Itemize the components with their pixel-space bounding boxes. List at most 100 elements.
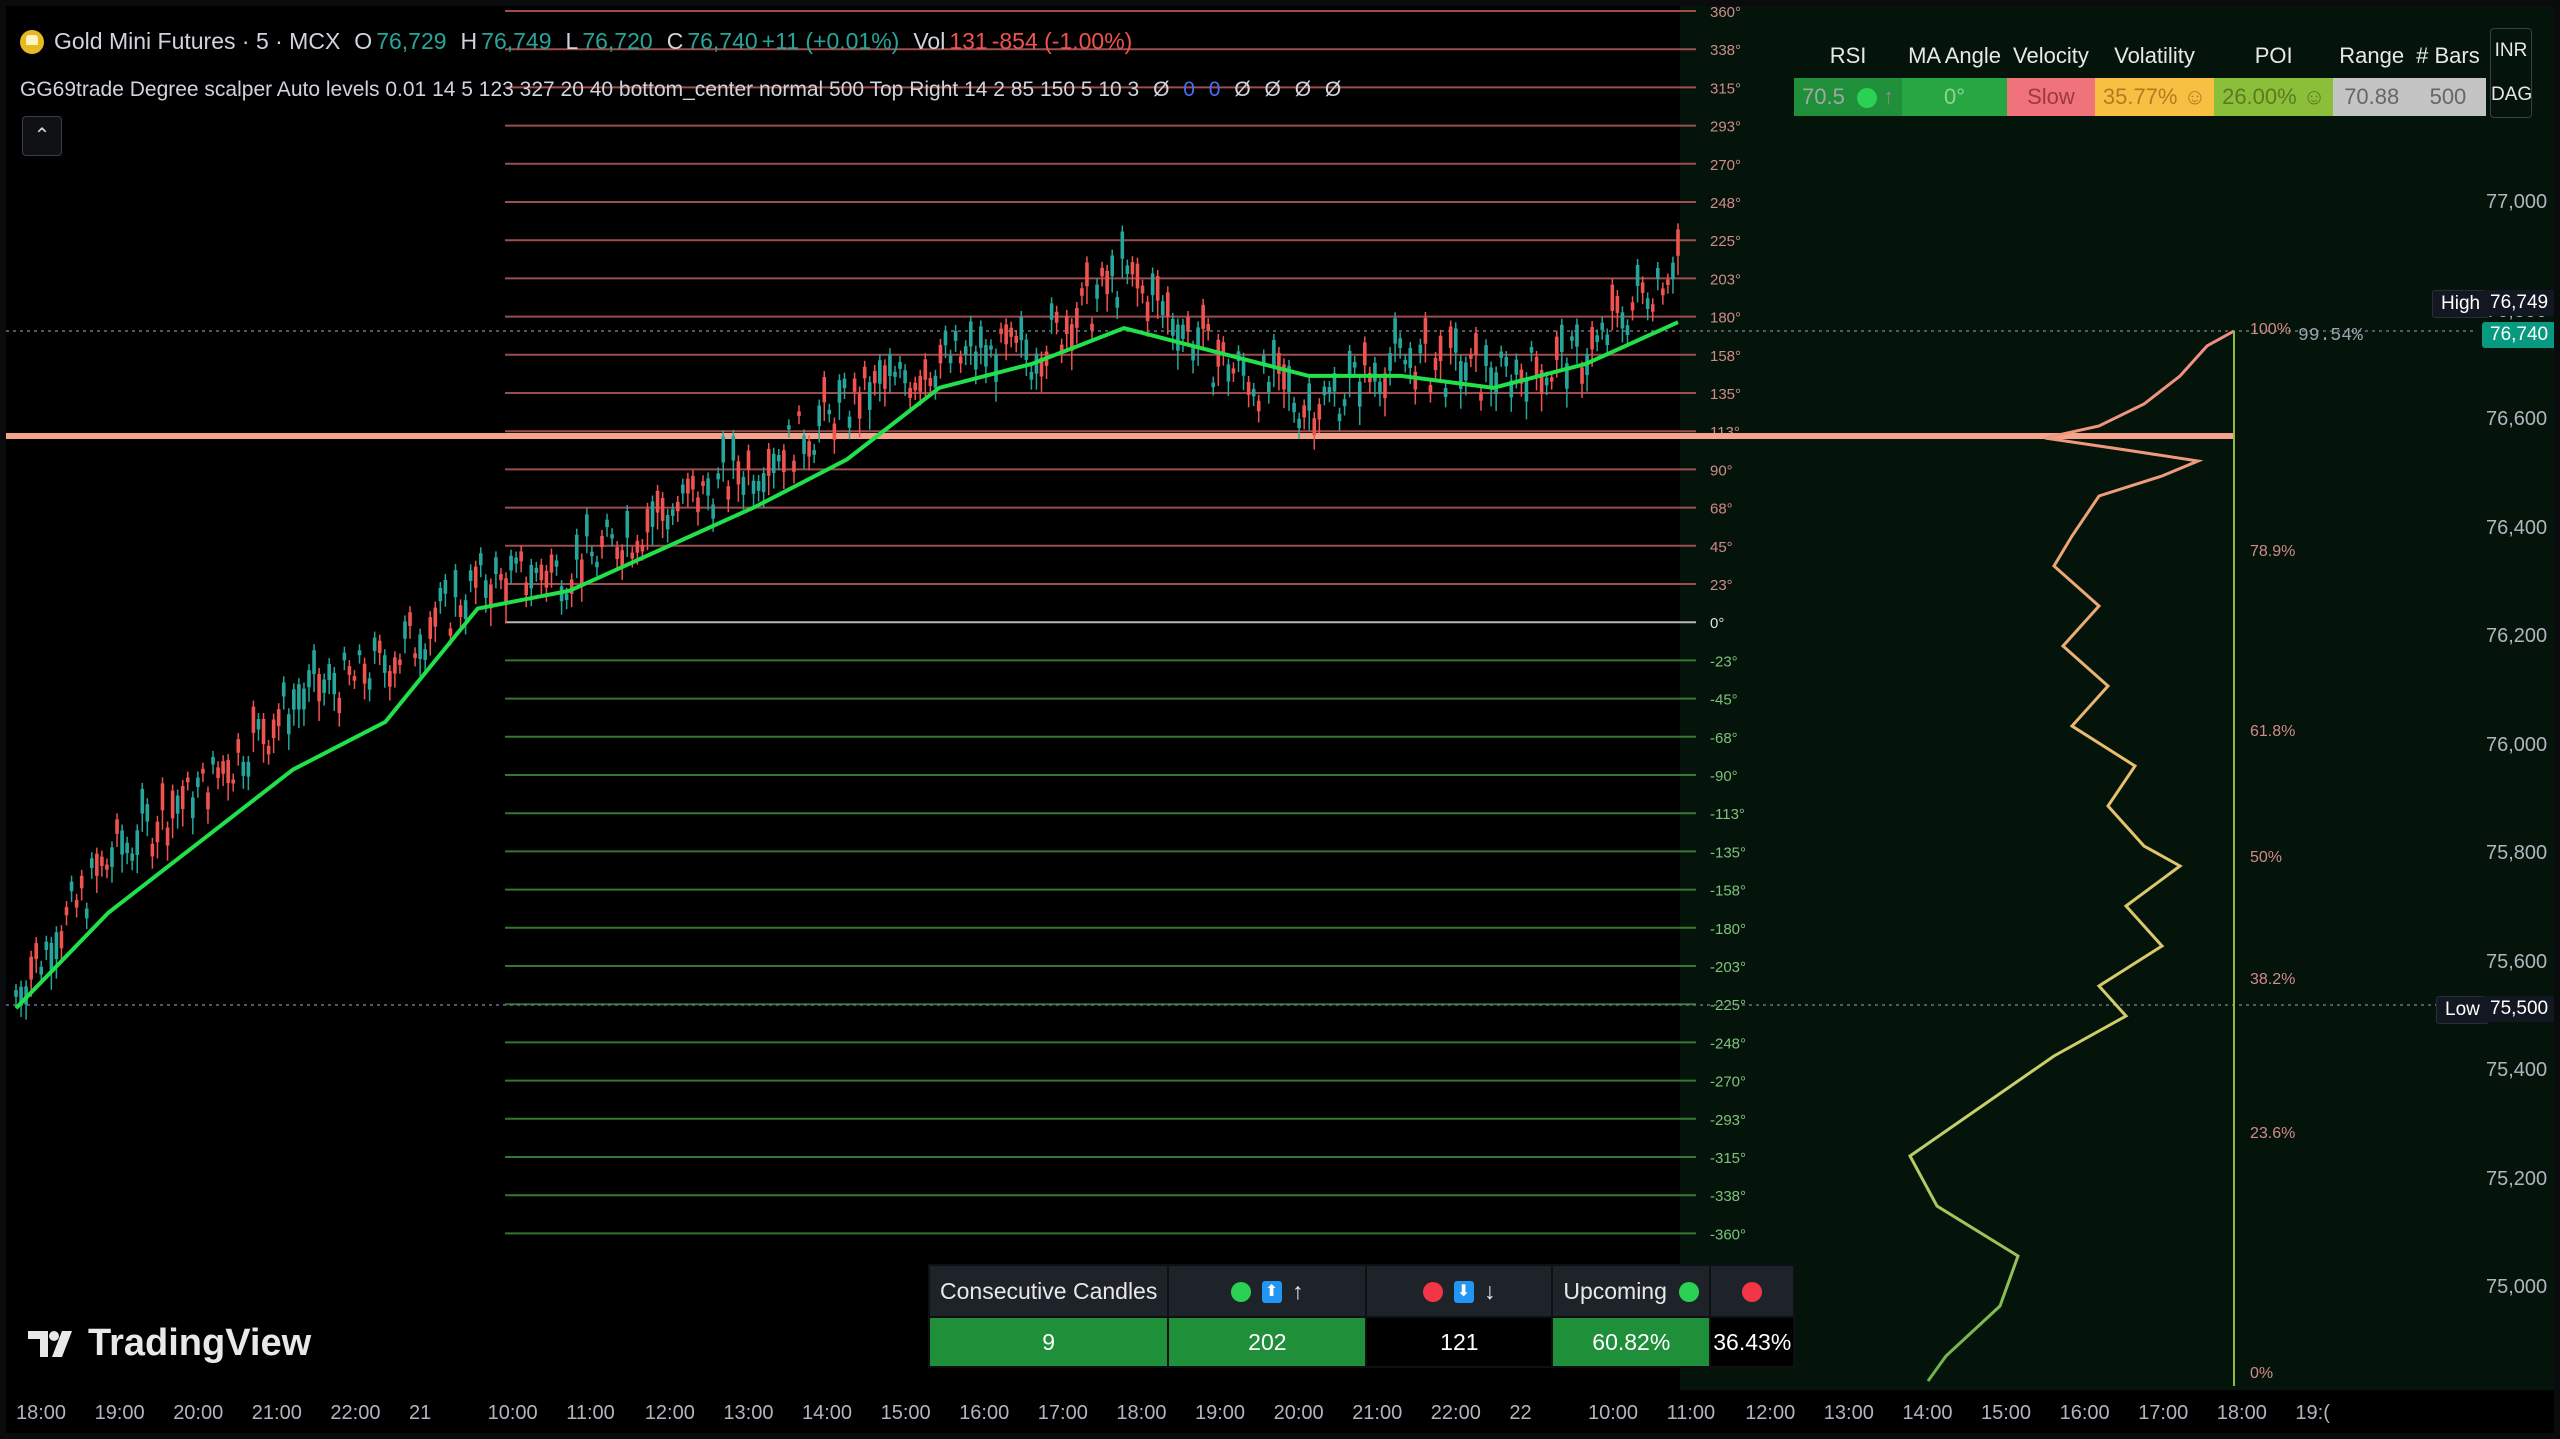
candle-body [711,504,715,519]
candle-body [1504,357,1509,367]
candle-body [1615,296,1620,313]
face-icon: ☺ [2183,84,2207,109]
candle-body [1090,323,1094,331]
currency-selector[interactable]: INR DAG [2490,28,2532,118]
candle-body [1448,326,1453,348]
candle-body [1590,326,1594,350]
candle-body [1393,318,1397,344]
candle-body [1120,231,1125,259]
face-icon: ☺ [2302,84,2326,109]
degree-level-label: -45° [1710,692,1738,709]
candle-body [509,555,513,571]
red-dot-icon [1742,1282,1763,1303]
tradingview-logo[interactable]: TradingView [28,1322,311,1365]
candle-body [443,579,448,594]
candle-body [1625,325,1630,335]
candle-body [847,416,852,428]
candle-body [968,321,973,347]
candle-body [963,346,968,355]
consecutive-candles-table: Consecutive Candles ⬆ ↑ ⬇ ↓ Upcoming 9 2… [927,1264,1796,1368]
collapse-legend-button[interactable]: ⌃ [22,116,62,156]
bars-cell: 500 [2410,78,2486,116]
indicator-value: Ø [1234,78,1251,101]
candle-body [458,605,463,618]
low-label: L [565,28,579,54]
time-tick-label: 20:00 [1273,1402,1324,1424]
time-axis[interactable]: 18:00 19:00 20:00 21:00 22:00 21 10:00 11:00 12:… [6,1390,2554,1433]
degree-level-label: -90° [1710,768,1738,785]
candle-body [95,853,99,876]
indicator-title[interactable]: GG69trade Degree scalper Auto levels 0.0… [20,78,1139,101]
candle-body [1024,339,1029,360]
fib-level-label: 38.2% [2250,971,2295,988]
candle-body [433,607,438,627]
candle-body [620,550,625,567]
up-arrow-text: ↑ [1291,1277,1304,1304]
candle-body [473,566,478,588]
candle-body [221,761,225,774]
candle-body [241,761,246,776]
candle-body [281,682,286,697]
time-tick-label: 14:00 [1902,1402,1953,1424]
candle-body [105,864,109,870]
candle-body [110,847,114,867]
degree-level-label: 90° [1710,462,1733,479]
candle-body [44,941,49,950]
candle-body [600,535,604,548]
candle-body [337,697,342,714]
candle-body [34,943,39,960]
candle-body [276,709,281,727]
candle-body [1640,282,1645,293]
candle-body [726,486,731,500]
chart-canvas[interactable]: 360° 338° 315° 293° 270° 248° 225° 203° 180° 158°… [6,6,2554,1433]
open-value: 76,729 [376,28,447,54]
candle-body [579,559,584,584]
indicator-legend[interactable]: GG69trade Degree scalper Auto levels 0.0… [20,78,1341,102]
chart-frame: 360° 338° 315° 293° 270° 248° 225° 203° 180° 158°… [6,6,2554,1433]
time-tick-label: 21 [409,1402,432,1424]
candle-body [1570,336,1574,341]
candle-body [115,819,119,834]
candle-body [100,856,104,866]
volatility-value: 35.77% [2102,84,2178,109]
candle-body [999,328,1003,334]
candle-body [428,617,433,639]
candle-body [388,671,392,687]
candle-body [610,534,614,539]
consecutive-title: Consecutive Candles [927,1264,1170,1318]
candle-body [14,990,18,997]
candle-body [751,480,756,494]
candle-body [670,509,675,516]
degree-level-label: 0° [1710,615,1724,632]
candle-body [155,821,160,843]
symbol-title[interactable]: Gold Mini Futures · 5 · MCX [54,28,340,55]
candle-body [918,375,923,392]
low-tag-label: Low [2436,996,2489,1024]
time-tick-label: 11:00 [566,1402,615,1424]
degree-level-label: -203° [1710,959,1746,976]
candle-body [1352,361,1357,368]
indicator-value: Ø [1294,78,1312,101]
candle-body [928,378,933,386]
candle-body [1181,324,1185,339]
candle-body [534,567,539,574]
candle-body [160,783,165,811]
candle-body [1160,301,1165,316]
candle-body [1277,352,1281,374]
candle-body [564,593,569,601]
candle-body [1191,346,1195,361]
consecutive-count: 9 [927,1316,1170,1368]
degree-level-label: 360° [1710,6,1741,21]
upcoming-header: Upcoming [1551,1264,1712,1318]
degree-level-label: 293° [1710,119,1741,136]
candle-body [660,498,665,521]
degree-level-label: 225° [1710,233,1741,250]
candle-body [1418,344,1423,354]
candle-body [721,436,726,463]
candle-body [1014,336,1019,343]
candle-body [1307,383,1312,411]
candle-body [1398,338,1402,348]
candle-body [665,515,670,530]
candle-body [1302,405,1306,418]
candle-body [706,478,710,496]
